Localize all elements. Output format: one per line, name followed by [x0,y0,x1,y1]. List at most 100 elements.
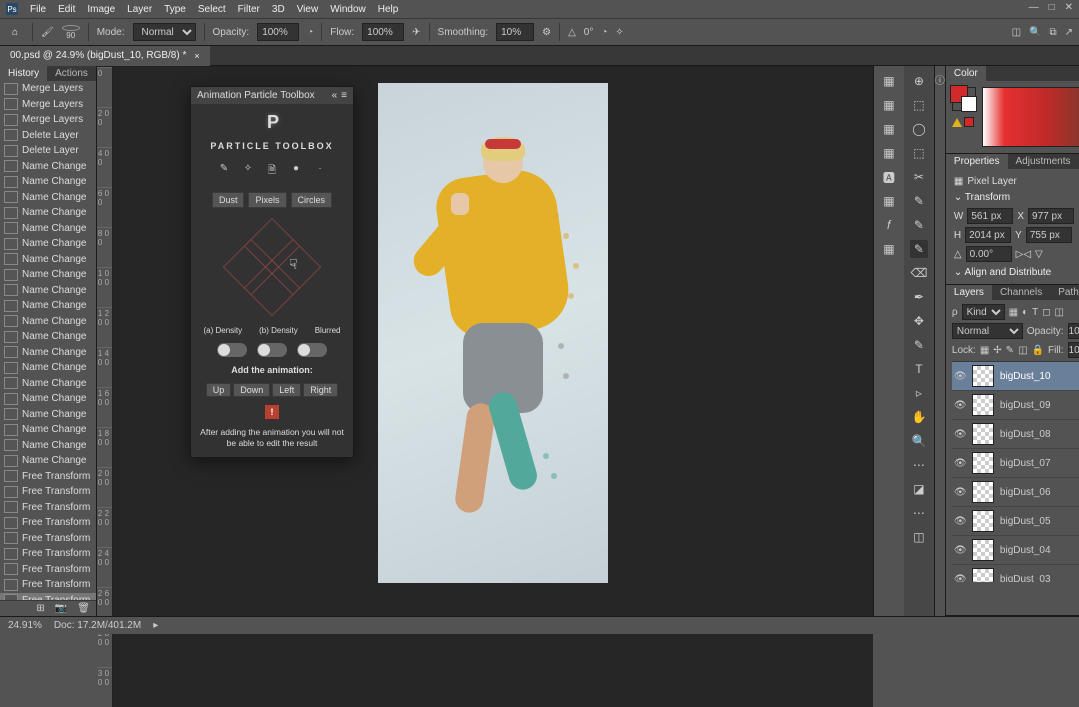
visibility-icon[interactable]: 👁 [954,516,966,527]
panel-icon[interactable]: ▦ [880,120,898,138]
fill-input[interactable] [1068,342,1079,358]
ext-tab-circles[interactable]: Circles [291,192,333,208]
lock-pos-icon[interactable]: ✢ [993,345,1001,356]
smoothing-options-icon[interactable]: ⚙ [542,27,551,38]
history-item[interactable]: Free Transform [0,500,96,516]
history-item[interactable]: Name Change [0,360,96,376]
tab-adjustments[interactable]: Adjustments [1008,154,1079,169]
panel-icon[interactable]: ▦ [880,144,898,162]
pressure-size-icon[interactable]: ◔ [601,27,607,38]
history-item[interactable]: Free Transform [0,593,96,601]
tab-actions[interactable]: Actions [47,66,96,81]
menu-item[interactable]: Layer [127,4,152,15]
flip-h-icon[interactable]: ▷◁ [1016,249,1031,260]
filter-shape-icon[interactable]: ◻ [1042,307,1050,318]
history-item[interactable]: Name Change [0,283,96,299]
smoothing-input[interactable] [496,23,534,41]
flow-input[interactable] [362,23,404,41]
tool-icon[interactable]: ✥ [910,312,928,330]
tool-icon[interactable]: ✂ [910,168,928,186]
menu-item[interactable]: File [30,4,46,15]
angle-input[interactable] [966,246,1012,262]
symmetry-icon[interactable]: ✧ [615,27,623,38]
angle-value[interactable]: 0° [584,27,594,38]
history-item[interactable]: Name Change [0,453,96,469]
status-arrow-icon[interactable]: ▸ [153,620,158,631]
panel-icon[interactable] [880,264,898,282]
density-b-toggle[interactable] [257,343,287,357]
minimize-button[interactable]: — [1029,2,1039,13]
history-item[interactable]: Name Change [0,391,96,407]
blurred-toggle[interactable] [297,343,327,357]
height-input[interactable] [965,227,1011,243]
layer-item[interactable]: 👁bigDust_03 [952,565,1079,582]
layer-item[interactable]: 👁bigDust_05 [952,507,1079,536]
visibility-icon[interactable]: 👁 [954,429,966,440]
history-item[interactable]: Name Change [0,221,96,237]
history-item[interactable]: Free Transform [0,577,96,593]
ext-dot-large-icon[interactable]: ● [289,163,303,180]
pressure-opacity-icon[interactable]: ◔ [307,27,313,38]
lock-fill-icon[interactable]: ✎ [1006,345,1014,356]
document-tab[interactable]: 00.psd @ 24.9% (bigDust_10, RGB/8) * × [0,46,210,66]
tool-icon[interactable]: 🔍 [910,432,928,450]
layer-item[interactable]: 👁bigDust_08 [952,420,1079,449]
maximize-button[interactable]: □ [1049,2,1055,13]
tool-icon[interactable]: ⬚ [910,144,928,162]
menu-item[interactable]: Select [198,4,226,15]
fg-bg-swatch[interactable] [952,87,976,111]
anim-up-button[interactable]: Up [206,383,232,397]
panel-icon[interactable]: ▦ [880,240,898,258]
info-icon[interactable]: ⓘ [935,72,945,87]
filter-adjust-icon[interactable]: ◐ [1022,307,1028,318]
filter-pixel-icon[interactable]: ▦ [1009,307,1018,318]
history-item[interactable]: Name Change [0,159,96,175]
history-item[interactable]: Name Change [0,174,96,190]
align-section-header[interactable]: ⌄ Align and Distribute [954,265,1079,280]
closest-color-swatch[interactable] [964,117,974,127]
history-item[interactable]: Name Change [0,190,96,206]
history-item[interactable]: Merge Layers [0,97,96,113]
tool-icon[interactable]: ✎ [910,336,928,354]
tool-icon[interactable]: ◪ [910,480,928,498]
tool-icon[interactable]: ✎ [910,240,928,258]
layer-opacity-input[interactable] [1068,323,1079,339]
menu-item[interactable]: Help [378,4,399,15]
anim-right-button[interactable]: Right [303,383,338,397]
new-snapshot-icon[interactable]: ⊞ [36,603,44,614]
ext-dot-small-icon[interactable]: · [313,163,327,180]
menu-item[interactable]: Type [164,4,186,15]
panel-icon[interactable]: ▦ [880,72,898,90]
lock-all-icon[interactable]: ▦ [980,345,989,356]
frame-icon[interactable]: ⧉ [1049,27,1056,38]
ext-expand-icon[interactable]: ✧ [241,163,255,180]
panel-icon[interactable]: ▦ [880,192,898,210]
history-item[interactable]: Name Change [0,314,96,330]
history-item[interactable]: Delete Layer [0,143,96,159]
menu-item[interactable]: Edit [58,4,75,15]
history-item[interactable]: Delete Layer [0,128,96,144]
layer-thumbnail[interactable] [972,481,994,503]
visibility-icon[interactable]: 👁 [954,545,966,556]
tab-history[interactable]: History [0,66,47,81]
ext-doc-icon[interactable]: 🗎 [265,163,279,180]
history-item[interactable]: Free Transform [0,515,96,531]
layer-filter-kind[interactable]: Kind [962,304,1005,320]
history-item[interactable]: Free Transform [0,484,96,500]
tab-layers[interactable]: Layers [946,285,992,300]
ext-pencil-icon[interactable]: ✎ [217,163,231,180]
density-a-toggle[interactable] [217,343,247,357]
tool-icon[interactable]: T [910,360,928,378]
anim-left-button[interactable]: Left [272,383,301,397]
menu-item[interactable]: 3D [272,4,285,15]
home-button[interactable]: ⌂ [6,23,24,41]
visibility-icon[interactable]: 👁 [954,487,966,498]
panel-icon[interactable]: 🅰 [880,168,898,186]
visibility-icon[interactable]: 👁 [954,458,966,469]
workspace-icon[interactable]: ◫ [1012,27,1021,38]
history-item[interactable]: Merge Layers [0,81,96,97]
menu-item[interactable]: Window [330,4,366,15]
lock-icon[interactable]: 🔒 [1032,345,1044,356]
layer-thumbnail[interactable] [972,394,994,416]
opacity-input[interactable] [257,23,299,41]
